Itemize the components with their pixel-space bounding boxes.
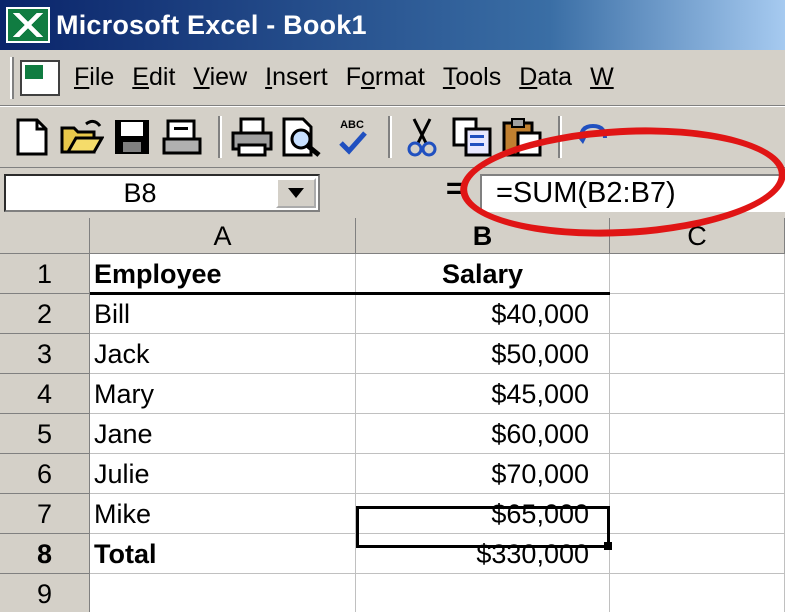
formula-bar: B8 = =SUM(B2:B7) [0, 168, 785, 218]
menu-item-label: iew [209, 63, 248, 91]
chevron-down-icon [288, 188, 304, 198]
row-header[interactable]: 7 [0, 494, 90, 534]
menu-item-accelerator: W [590, 63, 614, 91]
window-title: Microsoft Excel - Book1 [56, 9, 367, 40]
cell-b6[interactable]: $70,000 [356, 454, 610, 494]
toolbar-separator [388, 116, 392, 158]
name-box-dropdown-button[interactable] [276, 178, 316, 208]
cell-a5[interactable]: Jane [90, 414, 356, 454]
row-header[interactable]: 8 [0, 534, 90, 574]
formula-input[interactable]: =SUM(B2:B7) [480, 174, 785, 212]
row-header[interactable]: 1 [0, 254, 90, 294]
fill-handle[interactable] [604, 542, 612, 550]
undo-icon[interactable] [570, 115, 614, 159]
menu-item[interactable]: Edit [132, 63, 175, 92]
save-icon[interactable] [110, 115, 154, 159]
menu-item-accelerator: o [360, 63, 375, 91]
menu-grip[interactable] [10, 56, 14, 99]
cell-b4[interactable]: $45,000 [356, 374, 610, 414]
open-icon[interactable] [60, 115, 104, 159]
cell-a9[interactable] [90, 574, 356, 612]
spelling-icon-label: ABC [340, 119, 364, 131]
menu-item-label: ata [537, 63, 573, 91]
menu-item[interactable]: W [590, 63, 614, 92]
cell-c2[interactable] [610, 294, 785, 334]
excel-icon[interactable] [6, 7, 50, 43]
column-header-a[interactable]: A [90, 218, 356, 254]
cell-c8[interactable] [610, 534, 785, 574]
cell-c3[interactable] [610, 334, 785, 374]
menu-item[interactable]: Format [346, 63, 425, 92]
copy-icon[interactable] [450, 115, 494, 159]
paste-icon[interactable] [500, 115, 544, 159]
cell-c5[interactable] [610, 414, 785, 454]
row-header[interactable]: 4 [0, 374, 90, 414]
title-bar: Microsoft Excel - Book1 [0, 0, 785, 50]
permission-icon[interactable] [160, 115, 204, 159]
menu-item-label: rmat [374, 63, 425, 91]
menu-item[interactable]: Insert [265, 63, 328, 92]
menu-item-accelerator: T [442, 63, 456, 91]
new-icon[interactable] [10, 115, 54, 159]
column-header-b[interactable]: B [356, 218, 610, 254]
cell-b3[interactable]: $50,000 [356, 334, 610, 374]
standard-toolbar: ABC [0, 106, 785, 168]
menu-item-accelerator: V [193, 63, 210, 91]
menu-item-label: dit [148, 63, 176, 91]
cell-a2[interactable]: Bill [90, 294, 356, 334]
menu-item-accelerator: F [74, 63, 90, 91]
print-preview-icon[interactable] [280, 115, 324, 159]
menu-item-label: ile [89, 63, 115, 91]
cell-a7[interactable]: Mike [90, 494, 356, 534]
cell-b1[interactable]: Salary [356, 254, 610, 294]
cell-b9[interactable] [356, 574, 610, 612]
menu-item-accelerator: D [519, 63, 538, 91]
name-box[interactable]: B8 [4, 174, 320, 212]
menu-item-label: ools [455, 63, 502, 91]
document-icon[interactable] [20, 59, 60, 96]
toolbar-separator [218, 116, 222, 158]
menu-item-accelerator: E [132, 63, 149, 91]
print-icon[interactable] [230, 115, 274, 159]
cell-c6[interactable] [610, 454, 785, 494]
cell-c7[interactable] [610, 494, 785, 534]
cell-b7[interactable]: $65,000 [356, 494, 610, 534]
cell-b5[interactable]: $60,000 [356, 414, 610, 454]
menu-item[interactable]: View [193, 63, 247, 92]
row-header[interactable]: 2 [0, 294, 90, 334]
cell-a6[interactable]: Julie [90, 454, 356, 494]
menu-item[interactable]: Data [519, 63, 572, 92]
menu-bar: File Edit View Insert Format Tools Data W [0, 50, 785, 106]
cell-a8[interactable]: Total [90, 534, 356, 574]
toolbar-separator [558, 116, 562, 158]
cell-b2[interactable]: $40,000 [356, 294, 610, 334]
menu-item[interactable]: File [74, 63, 114, 92]
worksheet-grid[interactable]: A B C 1 Employee Salary 2 Bill $40,000 3 Jack $5… [0, 218, 785, 612]
column-header-c[interactable]: C [610, 218, 785, 254]
cell-b8[interactable]: $330,000 [356, 534, 610, 574]
spelling-icon[interactable]: ABC [330, 115, 374, 159]
cell-a3[interactable]: Jack [90, 334, 356, 374]
formula-equals-sign[interactable]: = [446, 172, 464, 206]
cell-c9[interactable] [610, 574, 785, 612]
row-header[interactable]: 9 [0, 574, 90, 612]
menu-item-label: F [345, 63, 361, 91]
menu-item[interactable]: Tools [443, 63, 501, 92]
cell-c4[interactable] [610, 374, 785, 414]
header-underline [90, 292, 610, 295]
row-header[interactable]: 5 [0, 414, 90, 454]
select-all-corner[interactable] [0, 218, 90, 254]
name-box-value: B8 [123, 178, 157, 208]
cell-a4[interactable]: Mary [90, 374, 356, 414]
row-header[interactable]: 6 [0, 454, 90, 494]
cell-c1[interactable] [610, 254, 785, 294]
cell-a1[interactable]: Employee [90, 254, 356, 294]
menu-item-label: nsert [272, 63, 328, 91]
row-header[interactable]: 3 [0, 334, 90, 374]
cut-icon[interactable] [400, 115, 444, 159]
